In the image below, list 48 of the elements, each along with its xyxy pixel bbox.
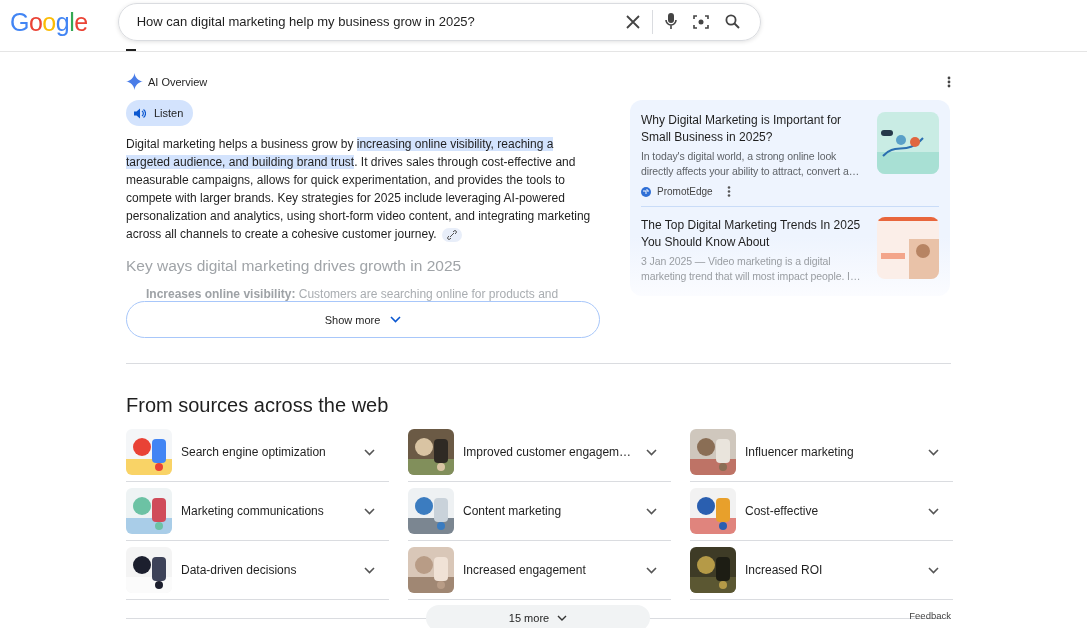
section-heading: From sources across the web — [126, 394, 390, 417]
microphone-icon[interactable] — [664, 13, 677, 30]
section-heading: Key ways digital marketing drives growth in 2025 — [126, 257, 463, 275]
source-title[interactable]: Why Digital Marketing is Important for Small Business in 2025? — [641, 112, 869, 146]
show-more-button[interactable]: Show more — [126, 301, 600, 338]
search-icon[interactable] — [724, 14, 740, 29]
source-card[interactable]: The Top Digital Marketing Trends In 2025 You Should Know About 3 Jan 2025 — Video marketing is a digital marketing trend that will most impact people. I… — [641, 217, 939, 284]
chevron-down-icon[interactable] — [364, 448, 375, 456]
camera-icon[interactable] — [692, 13, 709, 30]
more-options-icon[interactable] — [726, 186, 731, 197]
chevron-down-icon[interactable] — [646, 566, 657, 574]
more-button[interactable]: 15 more — [426, 605, 650, 628]
sparkle-icon — [126, 73, 143, 90]
chevron-down-icon — [557, 615, 568, 621]
topic-item[interactable]: Cost-effective — [690, 482, 953, 541]
chevron-down-icon[interactable] — [364, 566, 375, 574]
source-title[interactable]: The Top Digital Marketing Trends In 2025 You Should Know About — [641, 217, 869, 251]
topic-item[interactable]: Increased ROI — [690, 541, 953, 600]
topic-item[interactable]: Improved customer engagem… — [408, 423, 671, 482]
topic-item[interactable]: Marketing communications — [126, 482, 389, 541]
link-icon[interactable] — [441, 227, 462, 242]
chevron-down-icon[interactable] — [928, 507, 939, 515]
bullet-text: Increases online visibility: Customers are searching online for products and — [145, 287, 560, 301]
globe-icon — [641, 186, 651, 197]
source-snippet: 3 Jan 2025 — Video marketing is a digital marketing trend that will most impact people. I… — [641, 254, 862, 284]
section-label: AI Overview — [148, 75, 208, 88]
source-site: PromotEdge — [657, 186, 713, 197]
chevron-down-icon — [390, 316, 402, 323]
source-card[interactable]: Why Digital Marketing is Important for Small Business in 2025? In today's digital world, a strong online look directly affects your ability to attract, convert a… PromotEdge — [641, 112, 939, 197]
logo[interactable]: Google — [10, 6, 88, 37]
topic-item[interactable]: Data-driven decisions — [126, 541, 389, 600]
listen-button[interactable]: Listen — [126, 100, 194, 126]
topic-item[interactable]: Increased engagement — [408, 541, 671, 600]
topic-item[interactable]: Search engine optimization — [126, 423, 389, 482]
speaker-icon — [134, 107, 146, 119]
source-snippet: In today's digital world, a strong online look directly affects your ability to attract, convert a… — [641, 149, 861, 179]
search-input: How can digital marketing help my business grow in 2025? — [134, 13, 610, 30]
chevron-down-icon[interactable] — [364, 507, 375, 515]
topic-item[interactable]: Content marketing — [408, 482, 671, 541]
more-options-icon[interactable] — [947, 75, 951, 88]
chevron-down-icon[interactable] — [646, 507, 657, 515]
feedback-link[interactable]: Feedback — [909, 610, 951, 621]
close-icon[interactable] — [625, 14, 640, 29]
topic-item[interactable]: Influencer marketing — [690, 423, 953, 482]
chevron-down-icon[interactable] — [928, 448, 939, 456]
chevron-down-icon[interactable] — [928, 566, 939, 574]
summary-paragraph: Digital marketing helps a business grow by increasing online visibility, reaching a targeted audience, and building brand trust. It drives sales through cost-effective and measurable campaigns, allows for quick experimentation, and provides the tools to compete with larger brands. Key strategies for 2025 include leveraging AI-powered personalization and analytics, using short-form video content, and integrating marketing across all channels to create a cohesive customer journey. — [126, 136, 592, 243]
chevron-down-icon[interactable] — [646, 448, 657, 456]
